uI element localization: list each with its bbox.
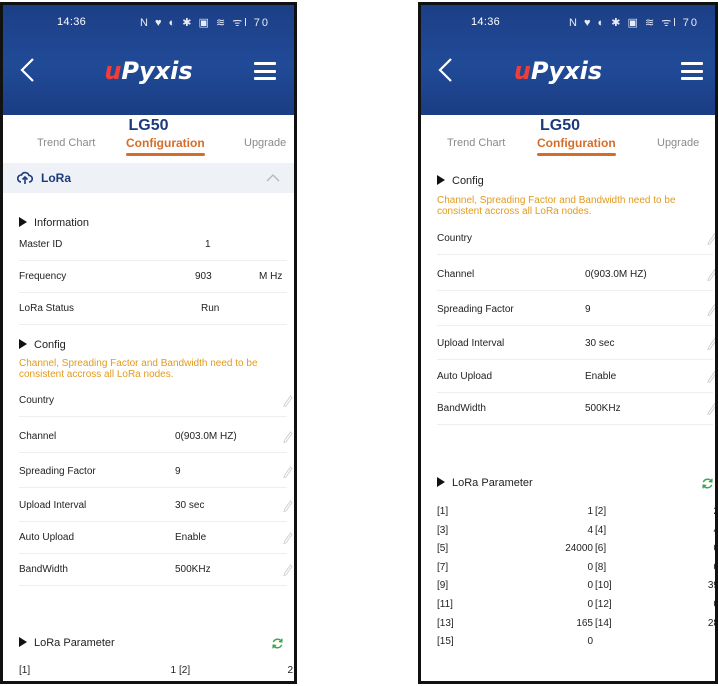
status-icons: N ♥ ◐ ✱ ▣ ≋ ᯤl 70 — [139, 17, 270, 29]
tab-bar: Trend Chart Configuration Upgrade — [421, 135, 715, 159]
tab-trend-chart[interactable]: Trend Chart — [37, 137, 95, 149]
config-row-bandwidth[interactable]: BandWidth 500KHz — [437, 393, 715, 425]
lora-parameter-group-title[interactable]: LoRa Parameter — [19, 637, 115, 649]
chevron-up-icon[interactable] — [266, 173, 280, 182]
phone-screen-1: 14:36 N ♥ ◐ ✱ ▣ ≋ ᯤl 70 uPyxis LG50 Tren… — [0, 2, 297, 684]
info-row-frequency: Frequency 903 M Hz — [19, 261, 287, 293]
status-bar: 14:36 N ♥ ◐ ✱ ▣ ≋ ᯤl 70 — [421, 13, 715, 33]
status-icons: N ♥ ◐ ✱ ▣ ≋ ᯤl 70 — [568, 17, 699, 29]
tab-trend-chart[interactable]: Trend Chart — [447, 137, 505, 149]
edit-pencil-icon[interactable] — [283, 532, 293, 544]
lora-parameter-group-title[interactable]: LoRa Parameter — [437, 477, 533, 489]
info-row-master-id: Master ID 1 — [19, 229, 287, 261]
device-title: LG50 — [128, 117, 169, 134]
config-row-auto-upload[interactable]: Auto Upload Enable — [437, 361, 715, 393]
cloud-upload-icon — [17, 171, 33, 184]
config-group-title[interactable]: Config — [437, 175, 484, 187]
information-group-title[interactable]: Information — [19, 217, 89, 229]
refresh-icon[interactable] — [271, 637, 284, 650]
lora-parameter-row: [1] 1 [2] 2 — [19, 665, 293, 676]
lora-parameter-row: [5]24000[6]0 — [437, 543, 715, 555]
refresh-icon[interactable] — [701, 477, 714, 490]
hamburger-menu-icon[interactable] — [681, 62, 703, 80]
triangle-right-icon — [437, 175, 445, 185]
edit-pencil-icon[interactable] — [283, 395, 293, 407]
lora-parameter-row: [13] 165 [14] 28 — [437, 617, 718, 629]
config-row-spreading-factor[interactable]: Spreading Factor 9 — [19, 456, 293, 488]
config-row-channel[interactable]: Channel 0(903.0M HZ) — [437, 259, 715, 291]
tab-upgrade[interactable]: Upgrade — [657, 137, 699, 149]
tab-upgrade[interactable]: Upgrade — [244, 137, 286, 149]
edit-pencil-icon[interactable] — [283, 431, 293, 443]
edit-pencil-icon[interactable] — [283, 564, 293, 576]
info-row-lora-status: LoRa Status Run — [19, 293, 287, 325]
triangle-right-icon — [19, 217, 27, 227]
triangle-right-icon — [437, 477, 445, 487]
edit-pencil-icon[interactable] — [707, 269, 717, 281]
tab-configuration[interactable]: Configuration — [126, 136, 205, 156]
config-row-channel[interactable]: Channel 0(903.0M HZ) — [19, 421, 293, 453]
hamburger-menu-icon[interactable] — [254, 62, 276, 80]
status-time: 14:36 — [57, 16, 87, 28]
config-row-upload-interval[interactable]: Upload Interval 30 sec — [437, 328, 715, 360]
app-header: 14:36 N ♥ ◐ ✱ ▣ ≋ ᯤl 70 uPyxis — [3, 5, 294, 115]
edit-pencil-icon[interactable] — [707, 338, 717, 350]
config-row-country[interactable]: Country — [437, 223, 715, 255]
status-time: 14:36 — [471, 16, 501, 28]
lora-section-title: LoRa — [41, 171, 71, 185]
edit-pencil-icon[interactable] — [707, 233, 717, 245]
lora-parameter-row: [3]4[4]4 — [437, 524, 715, 536]
lora-parameter-row: [11]0[12]0 — [437, 599, 715, 610]
upyxis-logo: uPyxis — [104, 57, 193, 85]
app-header: 14:36 N ♥ ◐ ✱ ▣ ≋ ᯤl 70 uPyxis — [421, 5, 715, 115]
edit-pencil-icon[interactable] — [283, 500, 293, 512]
tab-bar: Trend Chart Configuration Upgrade — [3, 135, 294, 159]
edit-pencil-icon[interactable] — [283, 466, 293, 478]
status-bar: 14:36 N ♥ ◐ ✱ ▣ ≋ ᯤl 70 — [3, 13, 294, 33]
upyxis-logo: uPyxis — [513, 57, 603, 85]
triangle-right-icon — [19, 637, 27, 647]
triangle-right-icon — [19, 339, 27, 349]
phone-screen-2: 14:36 N ♥ ◐ ✱ ▣ ≋ ᯤl 70 uPyxis LG50 Tren… — [418, 2, 718, 684]
config-content: Config Channel, Spreading Factor and Ban… — [421, 161, 715, 681]
lora-parameter-row: [9] 0 [10] 39 — [437, 580, 718, 592]
device-title: LG50 — [539, 117, 580, 134]
config-notice: Channel, Spreading Factor and Bandwidth … — [437, 195, 676, 217]
config-notice: Channel, Spreading Factor and Bandwidth … — [19, 358, 258, 380]
lora-section-header[interactable]: LoRa — [3, 163, 294, 193]
edit-pencil-icon[interactable] — [707, 403, 717, 415]
edit-pencil-icon[interactable] — [707, 304, 717, 316]
edit-pencil-icon[interactable] — [707, 371, 717, 383]
config-row-upload-interval[interactable]: Upload Interval 30 sec — [19, 490, 293, 522]
config-row-country[interactable]: Country — [19, 385, 293, 417]
config-row-auto-upload[interactable]: Auto Upload Enable — [19, 522, 293, 554]
lora-parameter-row: [1]1[2]2 — [437, 506, 715, 517]
config-group-title[interactable]: Config — [19, 339, 66, 351]
lora-parameter-row: [15] 0 — [437, 636, 593, 648]
tab-configuration[interactable]: Configuration — [537, 136, 616, 156]
lora-parameter-row: [7]0[8]0 — [437, 561, 715, 573]
config-row-bandwidth[interactable]: BandWidth 500KHz — [19, 554, 293, 586]
config-content: LoRa Information Master ID 1 Frequency 9… — [3, 161, 294, 681]
config-row-spreading-factor[interactable]: Spreading Factor 9 — [437, 294, 715, 326]
